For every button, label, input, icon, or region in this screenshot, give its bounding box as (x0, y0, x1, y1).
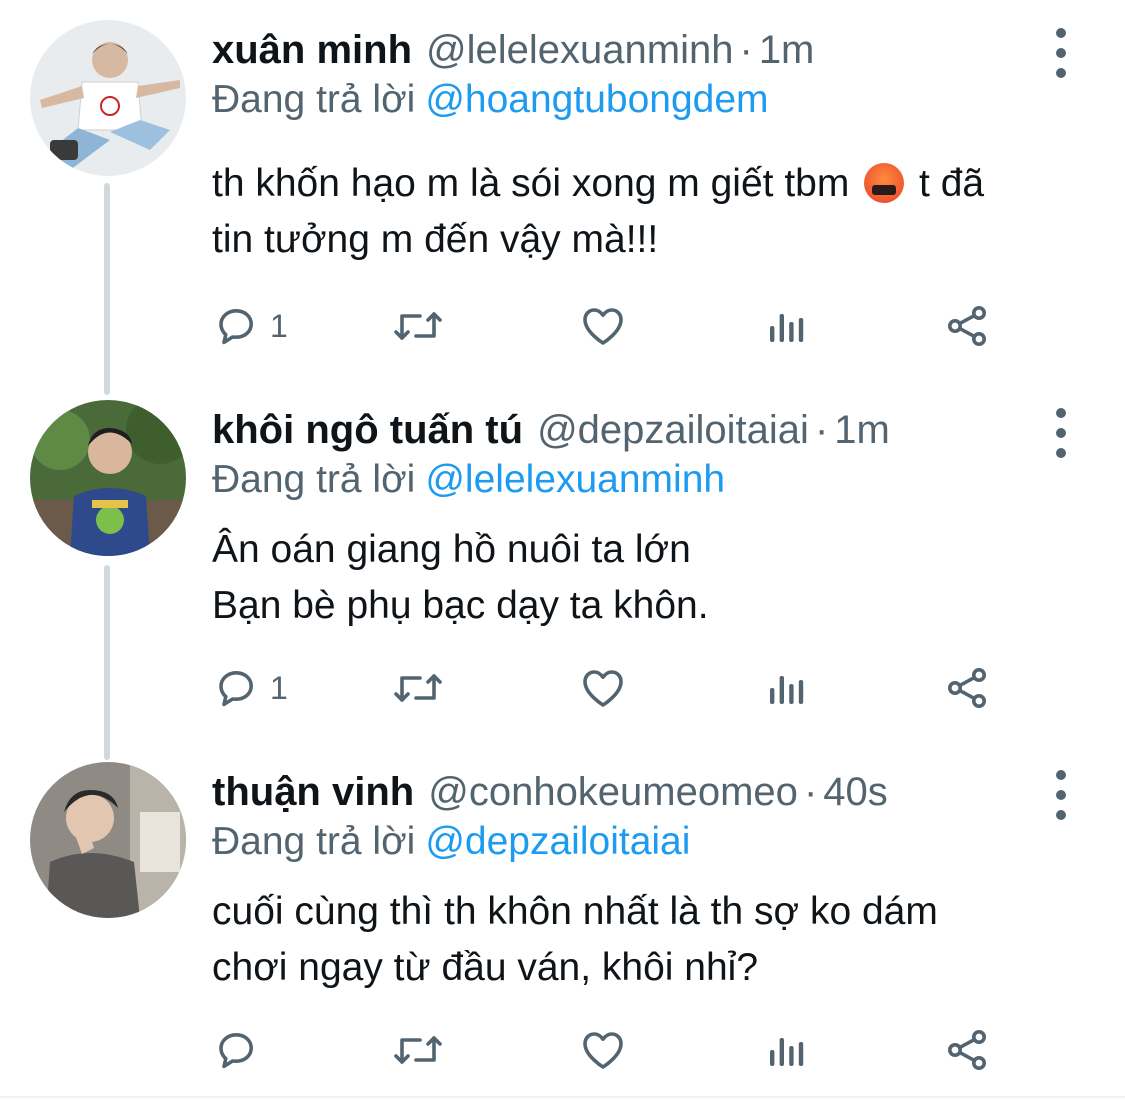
more-icon[interactable] (1046, 770, 1076, 820)
avatar[interactable] (30, 762, 186, 918)
retweet-icon (394, 312, 442, 340)
retweet-icon (394, 674, 442, 702)
share-button[interactable] (942, 296, 992, 356)
action-bar: 1 (212, 296, 1012, 356)
like-button[interactable] (578, 658, 628, 718)
retweet-button[interactable] (390, 296, 446, 356)
handle[interactable]: @depzailoitaiai (537, 408, 809, 452)
action-bar (212, 1020, 1012, 1080)
replying-to: Đang trả lời @lelelexuanminh (212, 452, 725, 508)
tweet-text: cuối cùng thì th khôn nhất là th sợ ko d… (212, 884, 938, 996)
reply-button[interactable]: 1 (212, 296, 288, 356)
share-icon (948, 668, 986, 708)
timestamp[interactable]: 40s (823, 770, 888, 814)
separator: · (814, 408, 829, 452)
tweet-text: Ân oán giang hồ nuôi ta lớn Bạn bè phụ b… (212, 522, 709, 634)
action-bar: 1 (212, 658, 1012, 718)
reply-button[interactable]: 1 (212, 658, 288, 718)
like-button[interactable] (578, 296, 628, 356)
more-icon[interactable] (1046, 408, 1076, 458)
like-icon (583, 670, 623, 707)
reply-icon (219, 309, 253, 345)
separator: · (803, 770, 818, 814)
reply-mention[interactable]: @depzailoitaiai (425, 820, 690, 863)
like-button[interactable] (578, 1020, 628, 1080)
thread-line (104, 183, 110, 395)
views-icon (770, 314, 804, 342)
thread-line (104, 565, 110, 760)
share-icon (948, 306, 986, 346)
tweet-text-line: chơi ngay từ đầu ván, khôi nhỉ? (212, 946, 759, 989)
tweet-text-line: Ân oán giang hồ nuôi ta lớn (212, 528, 691, 571)
reply-mention[interactable]: @lelelexuanminh (425, 458, 725, 501)
tweet-text-line: cuối cùng thì th khôn nhất là th sợ ko d… (212, 890, 938, 933)
display-name[interactable]: xuân minh (212, 28, 412, 72)
views-button[interactable] (762, 1020, 810, 1080)
tweet-text: th khốn hạo m là sói xong m giết tbm t đ… (212, 156, 984, 268)
reply-count: 1 (270, 669, 288, 706)
tweet-text-line-suffix: t đã (919, 162, 985, 205)
reply-icon (219, 1033, 253, 1069)
display-name[interactable]: khôi ngô tuấn tú (212, 408, 523, 452)
tweet-header: xuân minh @lelelexuanminh · 1m (212, 20, 814, 80)
replying-to-label: Đang trả lời (212, 458, 416, 501)
more-icon[interactable] (1046, 28, 1076, 78)
replying-to-label: Đang trả lời (212, 78, 416, 121)
views-icon (770, 676, 804, 704)
replying-to: Đang trả lời @hoangtubongdem (212, 72, 769, 128)
avatar[interactable] (30, 400, 186, 556)
reply-button[interactable] (212, 1020, 270, 1080)
replying-to-label: Đang trả lời (212, 820, 416, 863)
reply-icon (219, 671, 253, 707)
views-icon (770, 1038, 804, 1066)
share-icon (948, 1030, 986, 1070)
reply-mention[interactable]: @hoangtubongdem (425, 78, 768, 121)
share-button[interactable] (942, 658, 992, 718)
views-button[interactable] (762, 658, 810, 718)
handle[interactable]: @lelelexuanminh (426, 28, 733, 72)
display-name[interactable]: thuận vinh (212, 770, 414, 814)
tweet-text-line: th khốn hạo m là sói xong m giết tbm (212, 162, 850, 205)
tweet-text-line: tin tưởng m đến vậy mà!!! (212, 218, 659, 261)
share-button[interactable] (942, 1020, 992, 1080)
like-icon (583, 1032, 623, 1069)
retweet-button[interactable] (390, 658, 446, 718)
views-button[interactable] (762, 296, 810, 356)
handle[interactable]: @conhokeumeomeo (428, 770, 798, 814)
replying-to: Đang trả lời @depzailoitaiai (212, 814, 690, 870)
divider (0, 1096, 1125, 1098)
timestamp[interactable]: 1m (759, 28, 815, 72)
retweet-icon (394, 1036, 442, 1064)
reply-count: 1 (270, 307, 288, 344)
like-icon (583, 308, 623, 345)
tweet-text-line: Bạn bè phụ bạc dạy ta khôn. (212, 584, 709, 627)
avatar[interactable] (30, 20, 186, 176)
timestamp[interactable]: 1m (834, 408, 890, 452)
face-with-symbols-on-mouth-icon (864, 163, 905, 203)
separator: · (739, 28, 753, 72)
retweet-button[interactable] (390, 1020, 446, 1080)
tweet-header: khôi ngô tuấn tú @depzailoitaiai · 1m (212, 400, 890, 460)
tweet-header: thuận vinh @conhokeumeomeo · 40s (212, 762, 888, 822)
